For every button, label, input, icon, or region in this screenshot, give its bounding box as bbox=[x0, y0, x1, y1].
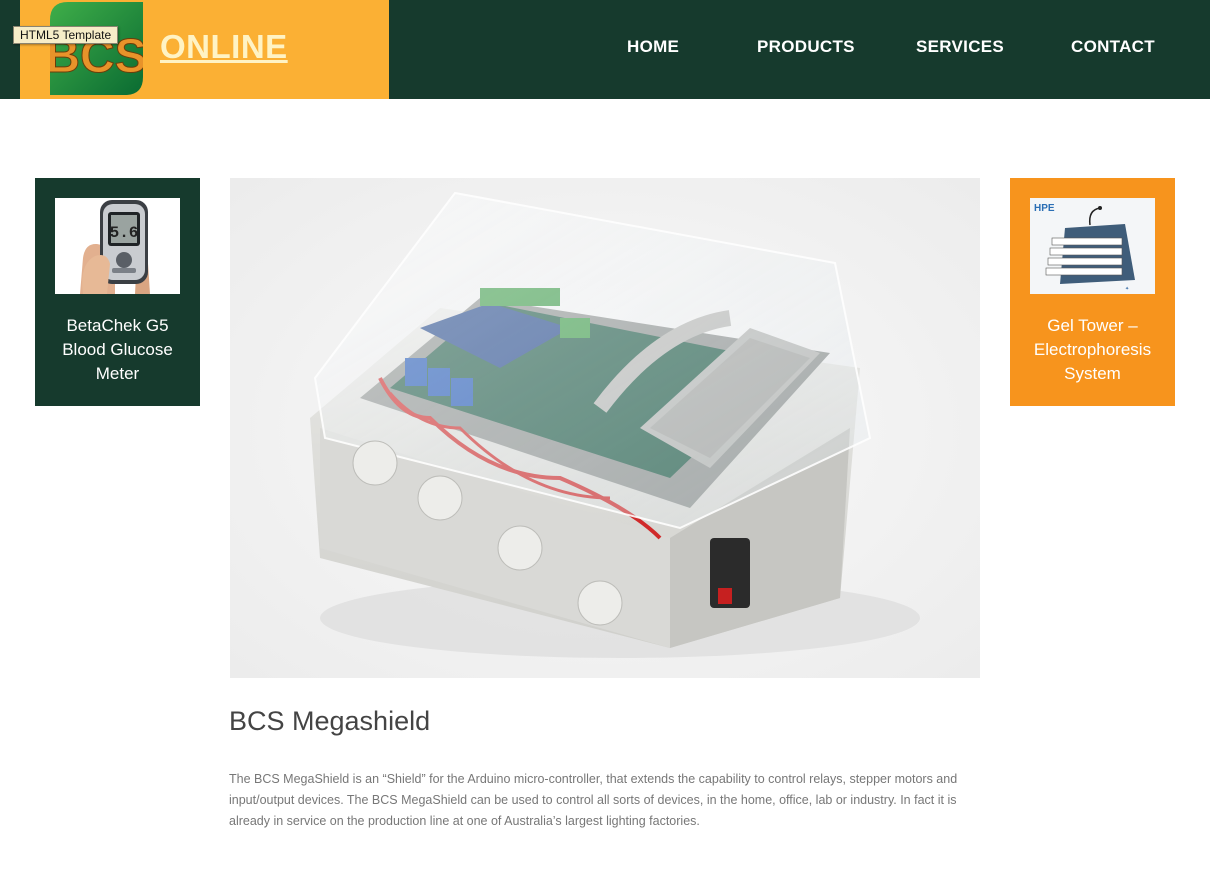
product-card-glucose-meter[interactable]: 5.6 BetaChek G5 Blood Glucose Meter bbox=[35, 178, 200, 406]
nav-services[interactable]: SERVICES bbox=[916, 37, 1004, 57]
nav-home[interactable]: HOME bbox=[627, 37, 679, 57]
product-description: The BCS MegaShield is an “Shield” for th… bbox=[229, 772, 958, 828]
bcs-logo[interactable]: BCS bbox=[50, 2, 143, 95]
brand-block[interactable]: BCS ONLINE bbox=[20, 0, 389, 99]
tooltip: HTML5 Template bbox=[13, 26, 119, 44]
page-title: BCS Megashield bbox=[229, 706, 431, 736]
megashield-image bbox=[230, 178, 980, 678]
nav-products[interactable]: PRODUCTS bbox=[757, 37, 855, 57]
glucose-meter-image[interactable]: 5.6 bbox=[55, 198, 180, 294]
svg-text:5.6: 5.6 bbox=[110, 224, 139, 242]
gel-tower-label[interactable]: Gel Tower – Electrophoresis System bbox=[1020, 314, 1165, 386]
nav-contact[interactable]: CONTACT bbox=[1071, 37, 1155, 57]
svg-text:✦: ✦ bbox=[1125, 286, 1129, 292]
product-card-gel-tower[interactable]: HPE ✦ Gel Tower – Electrophoresis System bbox=[1010, 178, 1175, 406]
hpe-brand: HPE bbox=[1034, 203, 1055, 214]
online-link[interactable]: ONLINE bbox=[160, 28, 288, 66]
site-header: BCS ONLINE HTML5 Template HOME PRODUCTS … bbox=[0, 0, 1210, 99]
glucose-meter-label[interactable]: BetaChek G5 Blood Glucose Meter bbox=[45, 314, 190, 386]
gel-tower-image[interactable]: HPE ✦ bbox=[1030, 198, 1155, 294]
